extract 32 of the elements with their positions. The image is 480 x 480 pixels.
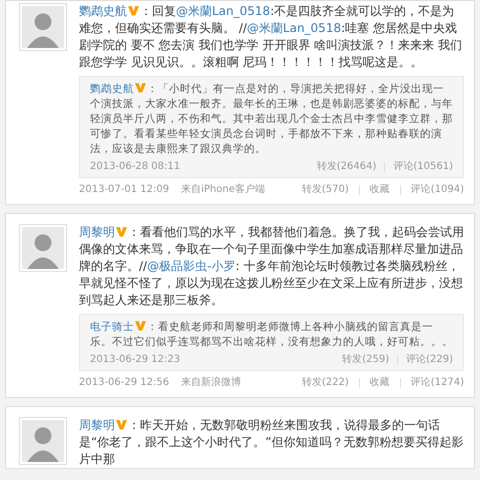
quoted-text: 电子骑士 ：看史航老师和周黎明老师微博上各种小脑残的留言真是一乐。不过它们似乎连骂都骂不出啥花样，没有想象力的人哦，好可粘。。。 [90,320,453,350]
repost-link[interactable]: 转发(259) [342,352,390,367]
mention-link[interactable]: @米蘭Lan_0518 [246,21,342,35]
favorite-link[interactable]: 收藏 [370,182,390,198]
timestamp: 2013-06-28 08:11 [90,160,182,174]
repost-link[interactable]: 转发(26464) [316,159,376,174]
mention-link[interactable]: @极品影虫-小罗 [147,259,236,273]
post-text: 周黎明 ：昨天开始，无数郭敬明粉丝来围攻我，说得最多的一句话是“你老了，跟不上这个小时代了。”但你知道吗？无数郭粉想要买得起影片中那 [79,417,464,468]
comment-link[interactable]: 评论(229) [406,352,453,367]
avatar[interactable] [22,227,64,269]
comment-link[interactable]: 评论(10561) [393,159,453,174]
comment-link[interactable]: 评论(1094) [410,182,464,198]
post-text: 周黎明 ：看看他们骂的水平，我都替他们着急。换了我，起码会尝试用偶像的文体来骂，争取在一个句子里面像中学生加塞成语那样尽量加进品牌的名字。//@极品影虫-小罗: 十多年前泡论坛时领教过各类脑残粉丝，早就见怪不怪了，原以为现在这拨儿粉丝至少在文采上应有所进步，没想到骂起人来还是那三板斧。 [79,224,464,309]
avatar[interactable] [22,420,64,462]
comment-link[interactable]: 评论(1274) [410,375,464,391]
author-link[interactable]: 鹦鹉史航 [79,4,127,18]
timestamp[interactable]: 2013-07-01 12:09 [79,182,170,198]
timestamp: 2013-06-29 12:23 [90,353,182,367]
author-link[interactable]: 鹦鹉史航 [90,83,134,95]
post-text: 鹦鹉史航 ：回复@米蘭Lan_0518:不是四肢齐全就可以学的，不是为难您，但确实还需要有头脑。 //@米蘭Lan_0518:哇塞 您居然是中央戏剧学院的 要不 您去演 我们也学学 开开眼界 啥叫演技派？！来来来 我们跟您学学 见识见识。。滚粗啊 尼玛！！！！！！找骂呢这是。。 [79,3,463,71]
favorite-link[interactable]: 收藏 [370,375,390,391]
repost-link[interactable]: 转发(222) [302,375,349,391]
quoted-text: 鹦鹉史航 ：「小时代」有一点是对的，导演把关把得好，全片没出现一个演技派，大家水准一般齐。最年长的王琳，也是韩剧恶婆婆的标配，与年轻演员半斤八两，不伤和气。其中若出现几个金士杰吕中李雪健李立群，那可惨了。看看某些年轻女演员念台词时，手都放不下来，那种贴春联的演法，应该是去康熙来了跟汉典学的。 [90,82,453,157]
repost-link[interactable]: 转发(570) [302,182,349,198]
author-link[interactable]: 周黎明 [79,225,115,239]
source-label: 来自iPhone客户端 [181,182,266,197]
author-link[interactable]: 周黎明 [79,418,115,432]
timestamp[interactable]: 2013-06-29 12:56 [79,375,170,391]
mention-link[interactable]: @米蘭Lan_0518 [176,4,270,18]
avatar[interactable] [22,6,64,48]
source-label: 来自新浪微博 [181,376,242,390]
author-link[interactable]: 电子骑士 [90,321,134,333]
